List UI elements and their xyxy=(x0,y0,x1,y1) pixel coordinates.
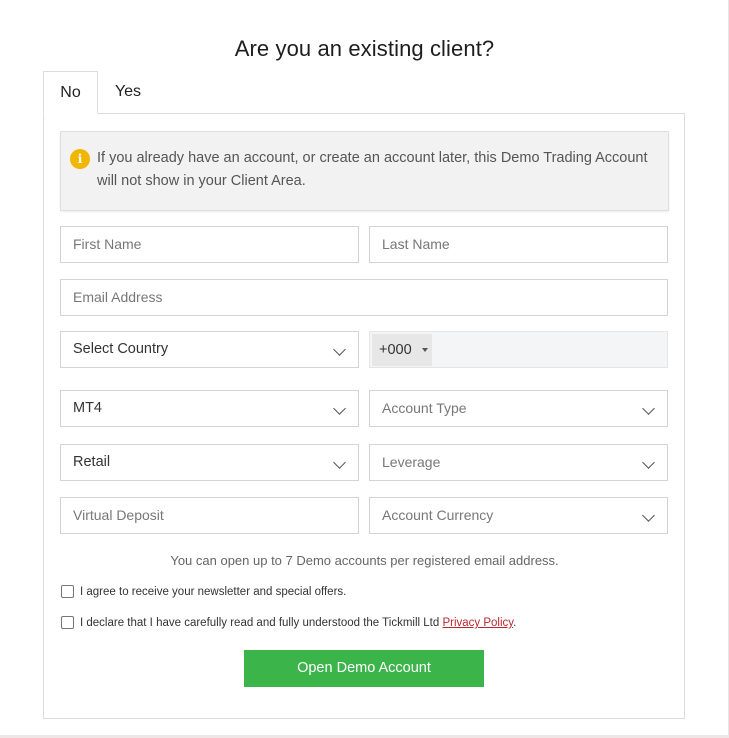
chevron-down-icon xyxy=(333,456,346,469)
privacy-policy-link[interactable]: Privacy Policy xyxy=(442,617,513,629)
info-notice: i If you already have an account, or cre… xyxy=(60,131,669,211)
account-currency-select-value: Account Currency xyxy=(382,507,494,523)
platform-select[interactable]: MT4 xyxy=(60,390,359,427)
chevron-down-icon xyxy=(642,509,655,522)
tab-no[interactable]: No xyxy=(43,71,98,114)
leverage-select-value: Leverage xyxy=(382,454,441,470)
newsletter-checkbox[interactable] xyxy=(61,585,74,598)
newsletter-label: I agree to receive your newsletter and s… xyxy=(80,586,347,598)
chevron-down-icon xyxy=(642,402,655,415)
chevron-down-icon xyxy=(333,343,346,356)
country-select-value: Select Country xyxy=(73,341,169,357)
demo-limit-note: You can open up to 7 Demo accounts per r… xyxy=(170,553,559,568)
first-name-input[interactable]: First Name xyxy=(60,226,359,263)
client-type-select-value: Retail xyxy=(73,454,111,470)
caret-down-icon xyxy=(422,348,428,352)
country-select[interactable]: Select Country xyxy=(60,331,359,368)
account-type-select[interactable]: Account Type xyxy=(369,390,668,427)
phone-prefix-value: +000 xyxy=(379,342,412,358)
open-demo-account-button[interactable]: Open Demo Account xyxy=(244,650,484,687)
privacy-label-suffix: . xyxy=(513,617,517,629)
last-name-input[interactable]: Last Name xyxy=(369,226,668,263)
privacy-label-text: I declare that I have carefully read and… xyxy=(80,617,443,629)
leverage-select[interactable]: Leverage xyxy=(369,444,668,481)
platform-select-value: MT4 xyxy=(73,400,102,416)
client-type-select[interactable]: Retail xyxy=(60,444,359,481)
privacy-label: I declare that I have carefully read and… xyxy=(80,616,516,630)
account-currency-select[interactable]: Account Currency xyxy=(369,497,668,534)
privacy-checkbox[interactable] xyxy=(61,616,74,629)
phone-field: +000 xyxy=(369,331,668,368)
page-title: Are you an existing client? xyxy=(234,36,495,61)
notice-text: If you already have an account, or creat… xyxy=(97,150,648,189)
virtual-deposit-input[interactable]: Virtual Deposit xyxy=(60,497,359,534)
email-input[interactable]: Email Address xyxy=(60,279,668,316)
page: Are you an existing client? No Yes i If … xyxy=(0,0,729,738)
phone-number-input[interactable] xyxy=(434,332,667,367)
account-type-select-value: Account Type xyxy=(382,400,467,416)
tab-yes[interactable]: Yes xyxy=(98,71,158,114)
chevron-down-icon xyxy=(333,402,346,415)
chevron-down-icon xyxy=(642,456,655,469)
info-icon: i xyxy=(70,149,90,169)
phone-prefix-select[interactable]: +000 xyxy=(372,334,432,366)
